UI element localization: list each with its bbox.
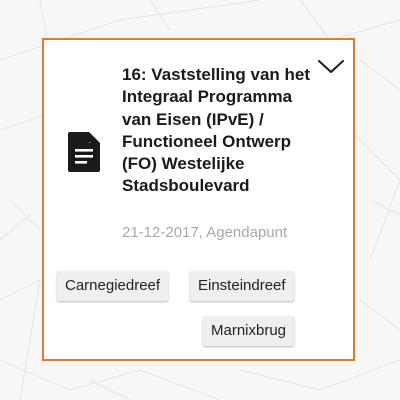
tag-button-carnegiedreef[interactable]: Carnegiedreef — [57, 271, 169, 301]
document-icon — [68, 132, 100, 172]
tag-button-marnixbrug[interactable]: Marnixbrug — [203, 316, 295, 346]
agenda-item-meta: 21-12-2017, Agendapunt — [122, 224, 288, 241]
agenda-item-card: 16: Vaststelling van het Integraal Progr… — [42, 38, 355, 361]
agenda-item-title[interactable]: 16: Vaststelling van het Integraal Progr… — [122, 64, 322, 198]
tag-button-einsteindreef[interactable]: Einsteindreef — [190, 271, 294, 301]
